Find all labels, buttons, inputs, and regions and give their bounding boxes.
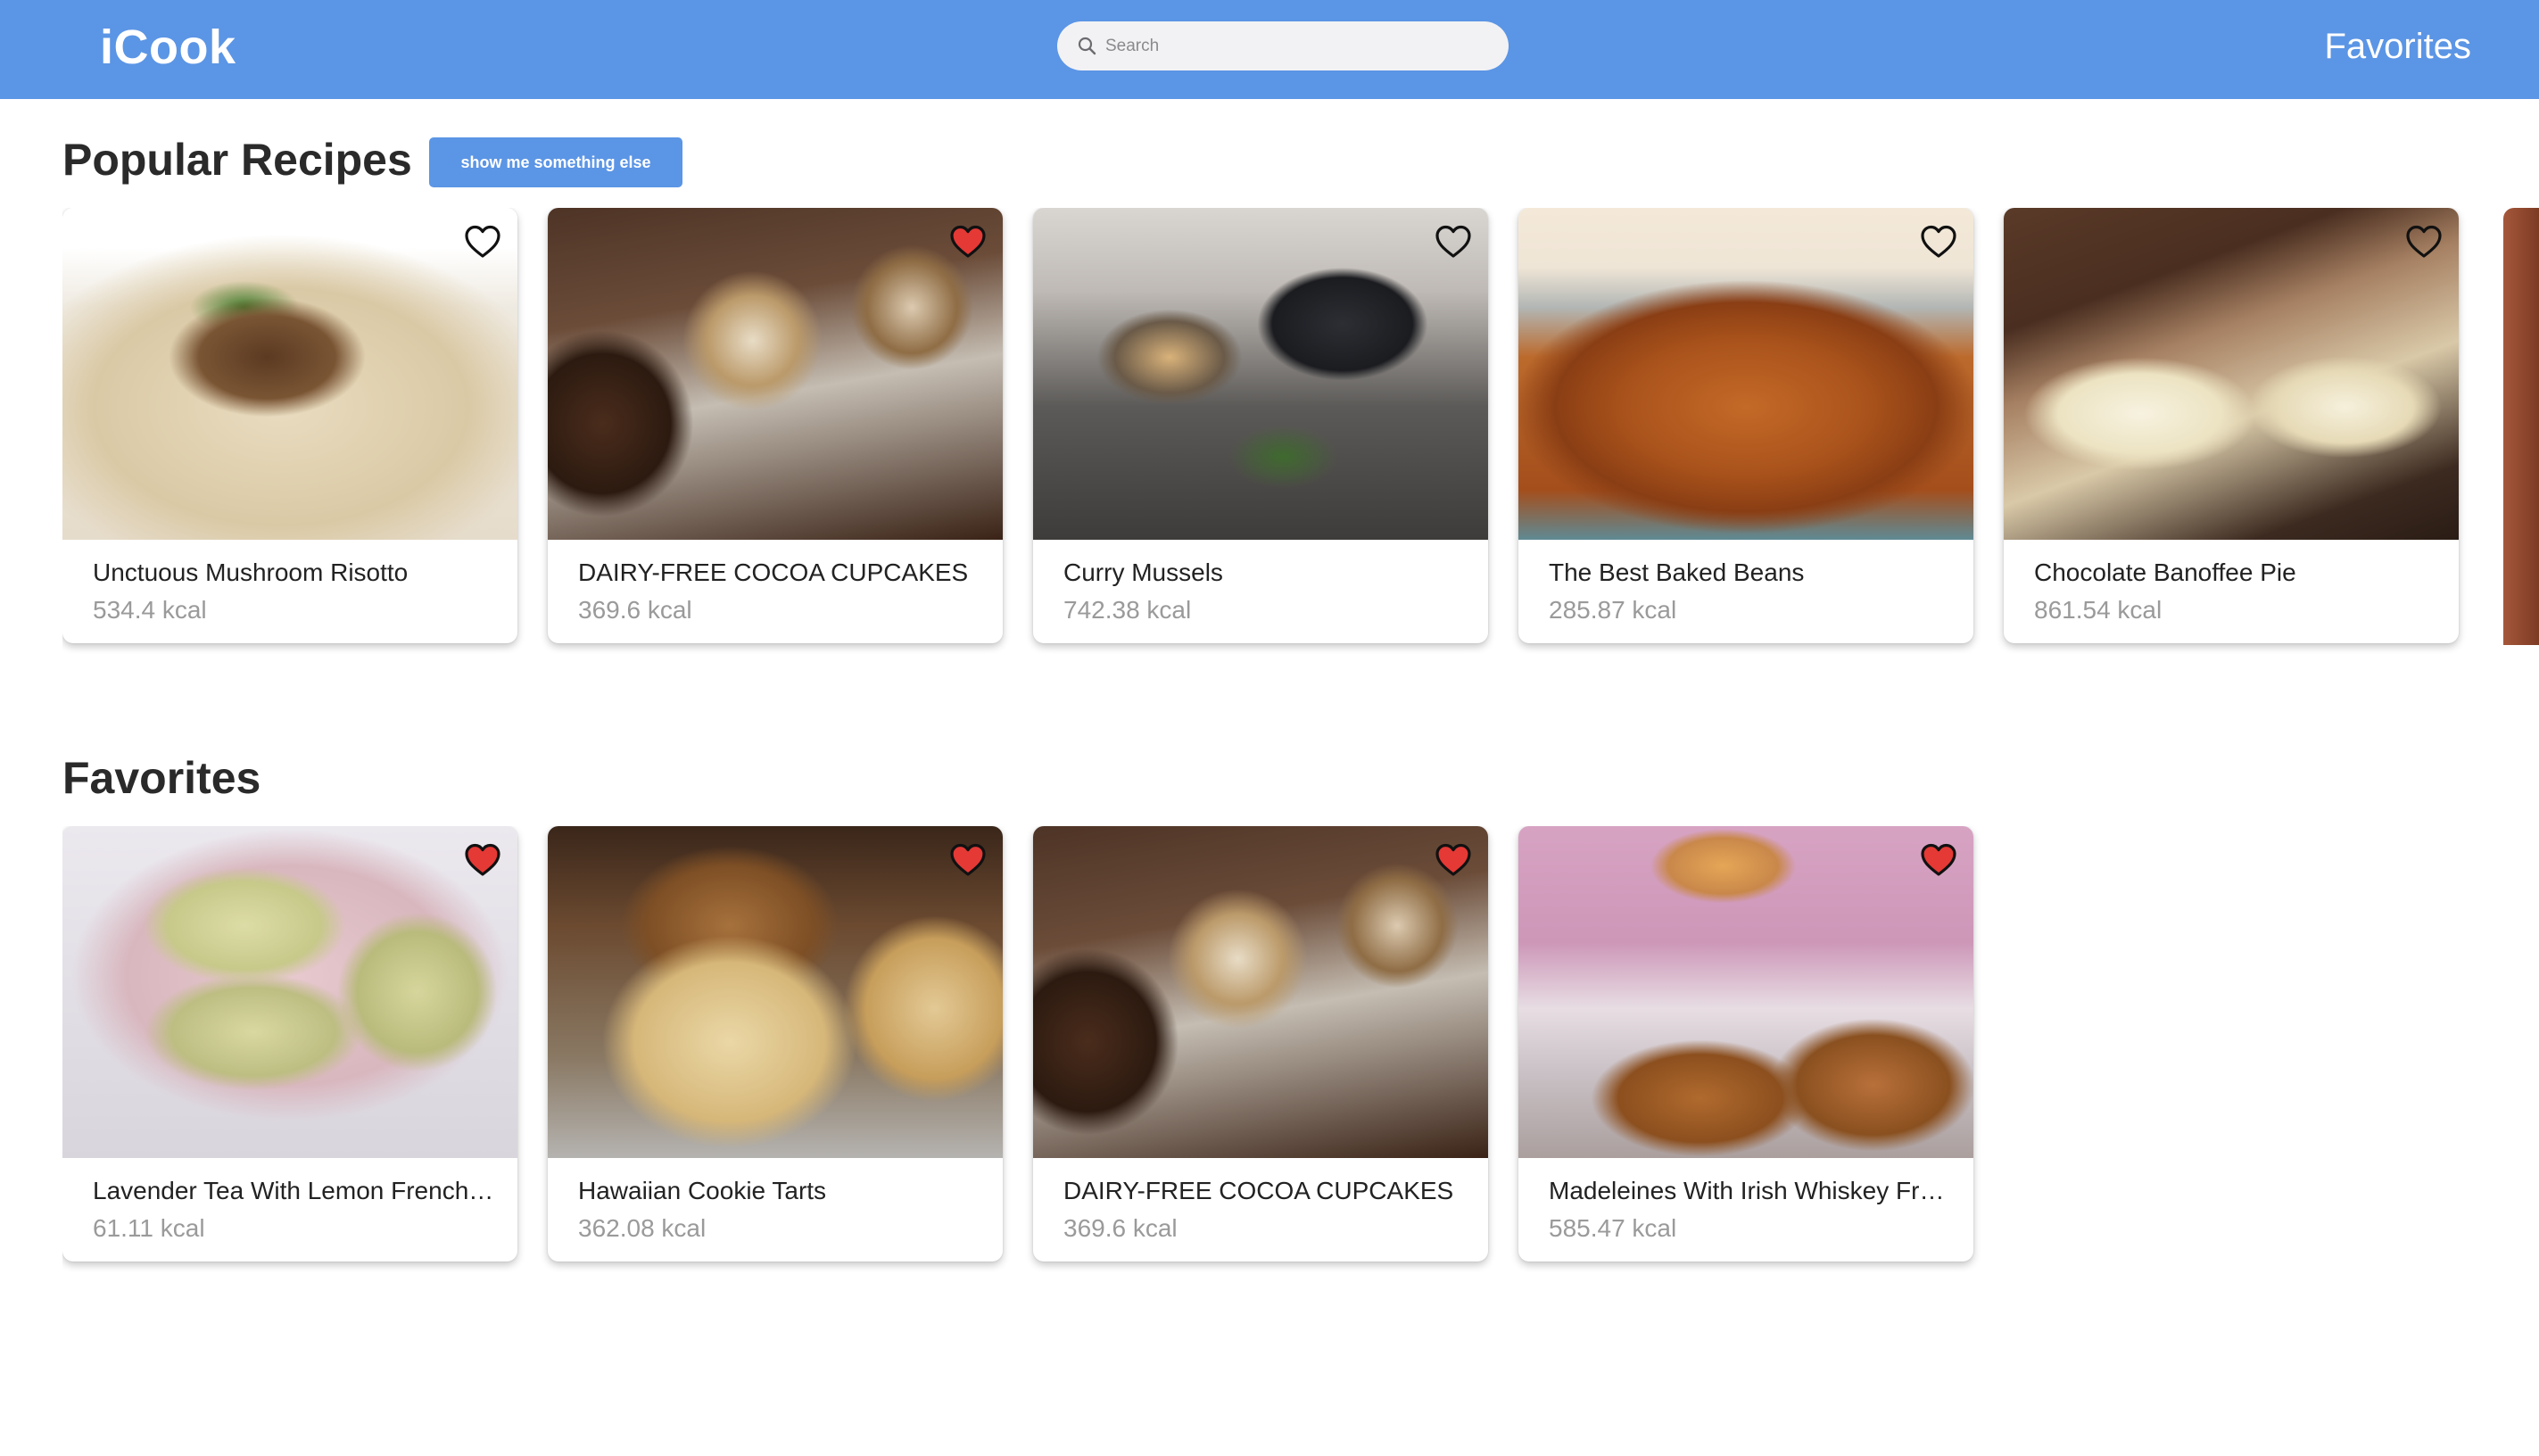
- recipe-card[interactable]: Chocolate Banoffee Pie 861.54 kcal: [2004, 208, 2459, 643]
- next-recipe-card-peek[interactable]: [2503, 208, 2539, 645]
- recipe-kcal: 369.6 kcal: [578, 596, 692, 624]
- popular-recipes-heading: Popular Recipes: [62, 135, 412, 185]
- heart-filled-icon[interactable]: [464, 842, 501, 878]
- recipe-image-cocoa-cupcakes[interactable]: [548, 208, 1003, 540]
- heart-filled-icon[interactable]: [949, 842, 987, 878]
- recipe-title[interactable]: Curry Mussels: [1063, 558, 1465, 587]
- recipe-card[interactable]: Hawaiian Cookie Tarts 362.08 kcal: [548, 826, 1003, 1262]
- heart-filled-icon[interactable]: [1920, 842, 1957, 878]
- recipe-image-mushroom-risotto[interactable]: [62, 208, 517, 540]
- favorites-row: Lavender Tea With Lemon French Macarons …: [62, 826, 2539, 1272]
- recipe-kcal: 585.47 kcal: [1549, 1214, 1677, 1242]
- recipe-kcal: 362.08 kcal: [578, 1214, 707, 1242]
- heart-outline-icon[interactable]: [1435, 224, 1472, 260]
- recipe-image-banoffee-pie[interactable]: [2004, 208, 2459, 540]
- recipe-kcal: 285.87 kcal: [1549, 596, 1677, 624]
- recipe-image-lavender-macarons[interactable]: [62, 826, 517, 1158]
- nav-favorites-link[interactable]: Favorites: [2325, 27, 2472, 67]
- recipe-title[interactable]: Madeleines With Irish Whiskey Frosting: [1549, 1177, 1950, 1205]
- heart-outline-icon[interactable]: [1920, 224, 1957, 260]
- popular-recipes-row: Unctuous Mushroom Risotto 534.4 kcal DAI…: [62, 208, 2539, 654]
- recipe-title[interactable]: Unctuous Mushroom Risotto: [93, 558, 494, 587]
- recipe-card[interactable]: DAIRY-FREE COCOA CUPCAKES 369.6 kcal: [1033, 826, 1488, 1262]
- recipe-kcal: 61.11 kcal: [93, 1214, 205, 1242]
- search-icon: [1078, 37, 1096, 55]
- recipe-kcal: 369.6 kcal: [1063, 1214, 1178, 1242]
- recipe-title[interactable]: DAIRY-FREE COCOA CUPCAKES: [578, 558, 980, 587]
- recipe-card[interactable]: Unctuous Mushroom Risotto 534.4 kcal: [62, 208, 517, 643]
- recipe-image-cookie-tarts[interactable]: [548, 826, 1003, 1158]
- heart-outline-icon[interactable]: [464, 224, 501, 260]
- recipe-title[interactable]: Lavender Tea With Lemon French Macarons: [93, 1177, 494, 1205]
- recipe-card[interactable]: Lavender Tea With Lemon French Macarons …: [62, 826, 517, 1262]
- recipe-kcal: 861.54 kcal: [2034, 596, 2163, 624]
- heart-outline-icon[interactable]: [2405, 224, 2443, 260]
- recipe-title[interactable]: The Best Baked Beans: [1549, 558, 1950, 587]
- recipe-card[interactable]: Curry Mussels 742.38 kcal: [1033, 208, 1488, 643]
- top-nav-bar: iCook Favorites: [0, 0, 2539, 99]
- recipe-card[interactable]: The Best Baked Beans 285.87 kcal: [1518, 208, 1973, 643]
- recipe-title[interactable]: Chocolate Banoffee Pie: [2034, 558, 2436, 587]
- show-something-else-button[interactable]: show me something else: [429, 137, 682, 187]
- app-logo[interactable]: iCook: [100, 20, 236, 75]
- search-bar[interactable]: [1057, 21, 1509, 70]
- recipe-kcal: 534.4 kcal: [93, 596, 207, 624]
- heart-filled-icon[interactable]: [949, 224, 987, 260]
- recipe-kcal: 742.38 kcal: [1063, 596, 1192, 624]
- favorites-heading: Favorites: [62, 753, 261, 803]
- recipe-image-baked-beans[interactable]: [1518, 208, 1973, 540]
- recipe-image-cocoa-cupcakes[interactable]: [1033, 826, 1488, 1158]
- recipe-title[interactable]: Hawaiian Cookie Tarts: [578, 1177, 980, 1205]
- recipe-image-curry-mussels[interactable]: [1033, 208, 1488, 540]
- recipe-card[interactable]: Madeleines With Irish Whiskey Frosting 5…: [1518, 826, 1973, 1262]
- recipe-card[interactable]: DAIRY-FREE COCOA CUPCAKES 369.6 kcal: [548, 208, 1003, 643]
- recipe-title[interactable]: DAIRY-FREE COCOA CUPCAKES: [1063, 1177, 1465, 1205]
- search-input[interactable]: [1105, 30, 1489, 62]
- recipe-image-madeleines[interactable]: [1518, 826, 1973, 1158]
- heart-filled-icon[interactable]: [1435, 842, 1472, 878]
